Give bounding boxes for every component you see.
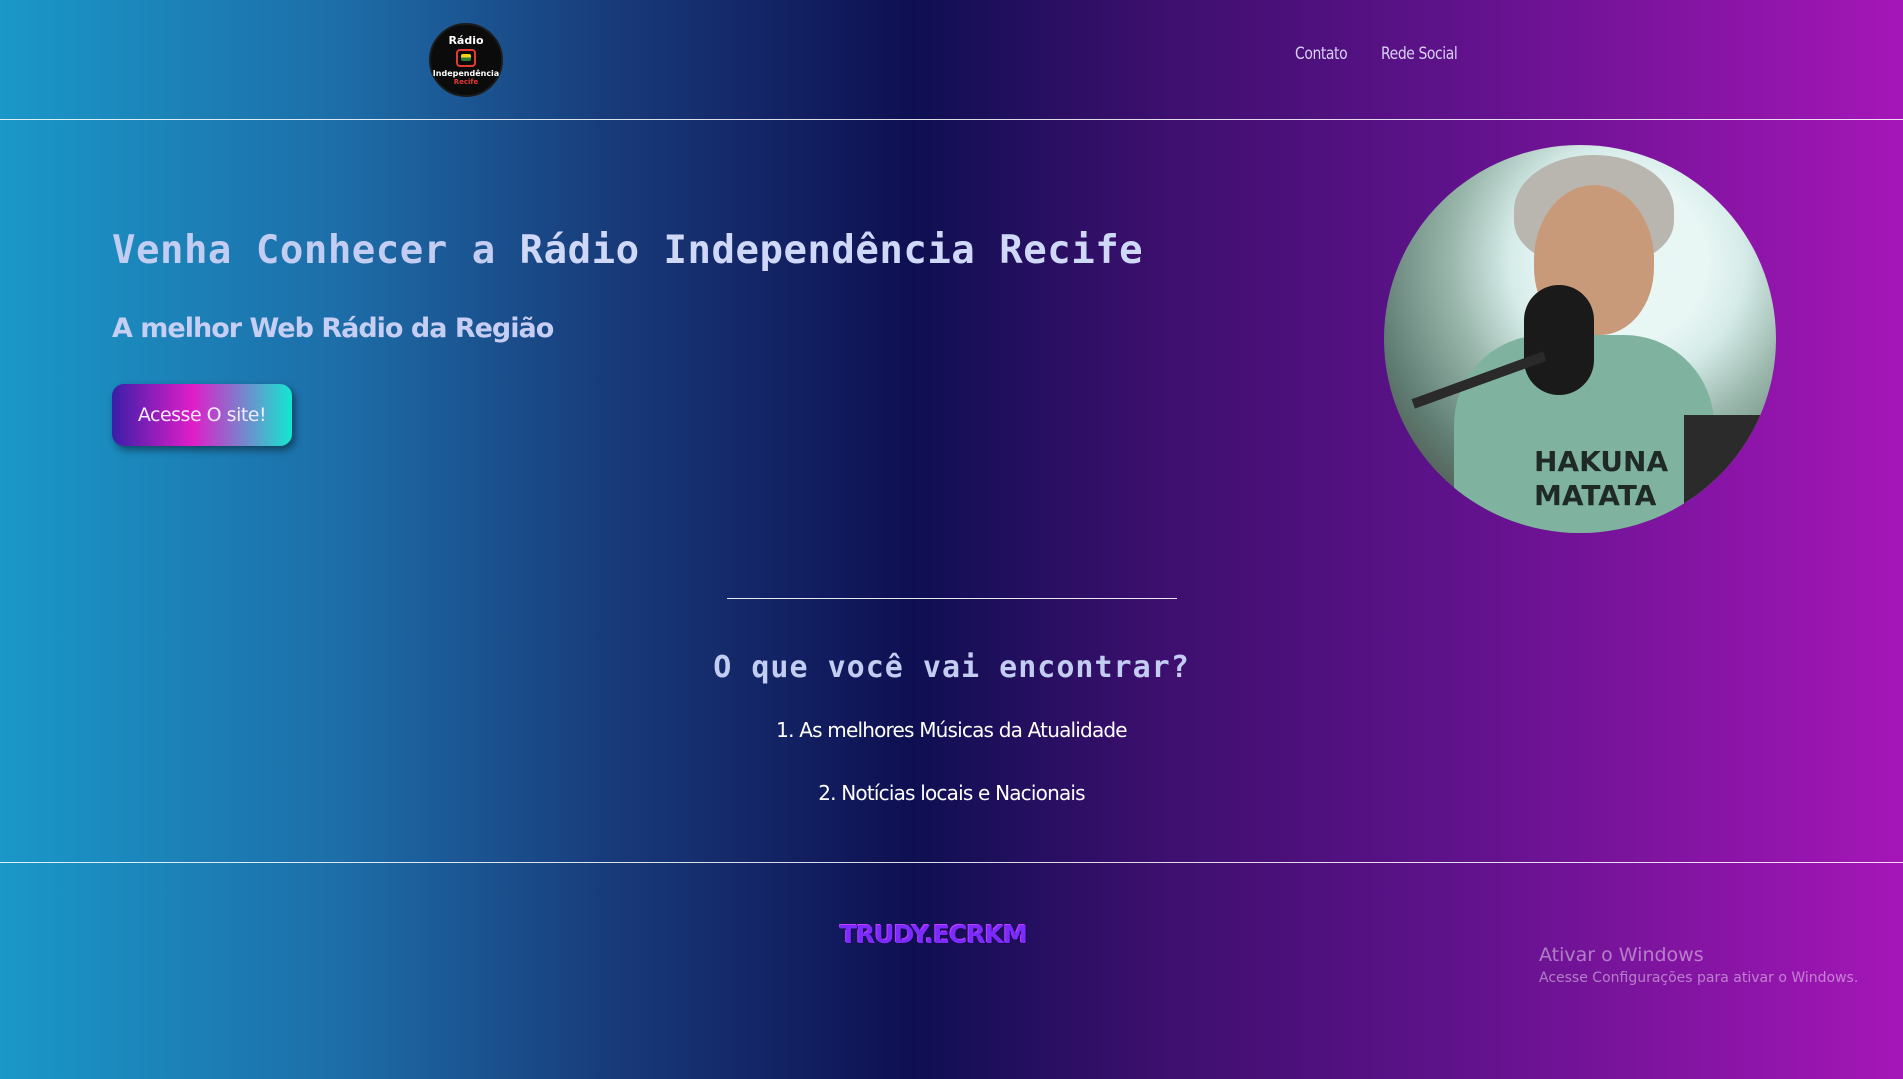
logo-emblem-icon (456, 48, 476, 67)
logo-text-line1: Rádio (448, 33, 484, 47)
hero-subtitle-prefix: A melhor (112, 313, 250, 344)
feature-list: 1. As melhores Músicas da Atualidade 2. … (0, 718, 1903, 844)
announcer-photo: HAKUNA MATATA (1384, 145, 1776, 533)
hero-subtitle-bold: Web Rádio da Região (249, 313, 554, 344)
logo-text-line2: Independência (432, 68, 500, 78)
hero-subtitle: A melhor Web Rádio da Região (112, 313, 554, 344)
visit-site-button[interactable]: Acesse O site! (112, 384, 292, 446)
section-title: O que você vai encontrar? (713, 650, 1190, 685)
watermark-title: Ativar o Windows (1539, 944, 1704, 966)
radio-logo[interactable]: Rádio Independência Recife (429, 23, 503, 97)
hero-title: Venha Conhecer a Rádio Independência Rec… (112, 228, 1143, 273)
section-divider (727, 598, 1177, 599)
microphone-icon (1524, 285, 1594, 395)
list-item: 1. As melhores Músicas da Atualidade (776, 718, 1127, 742)
hero-title-bold: Rádio Independência Recife (519, 228, 1144, 273)
footer-divider (0, 862, 1903, 863)
hero-title-prefix: Venha Conhecer a (112, 228, 520, 273)
logo-text-line3: Recife (453, 77, 479, 86)
windows-activation-watermark: Ativar o Windows Acesse Configurações pa… (1539, 944, 1858, 986)
site-header: Rádio Independência Recife Contato Rede … (0, 0, 1903, 120)
footer-logo: TRUDY.ECRKM (840, 920, 1028, 949)
top-nav: Contato Rede Social (1295, 44, 1474, 64)
list-item: 2. Notícias locais e Nacionais (818, 781, 1085, 805)
nav-link-rede-social[interactable]: Rede Social (1381, 44, 1458, 64)
photo-shirt-text: HAKUNA MATATA (1534, 445, 1669, 512)
nav-link-contato[interactable]: Contato (1295, 44, 1348, 64)
watermark-subtitle: Acesse Configurações para ativar o Windo… (1539, 970, 1859, 986)
